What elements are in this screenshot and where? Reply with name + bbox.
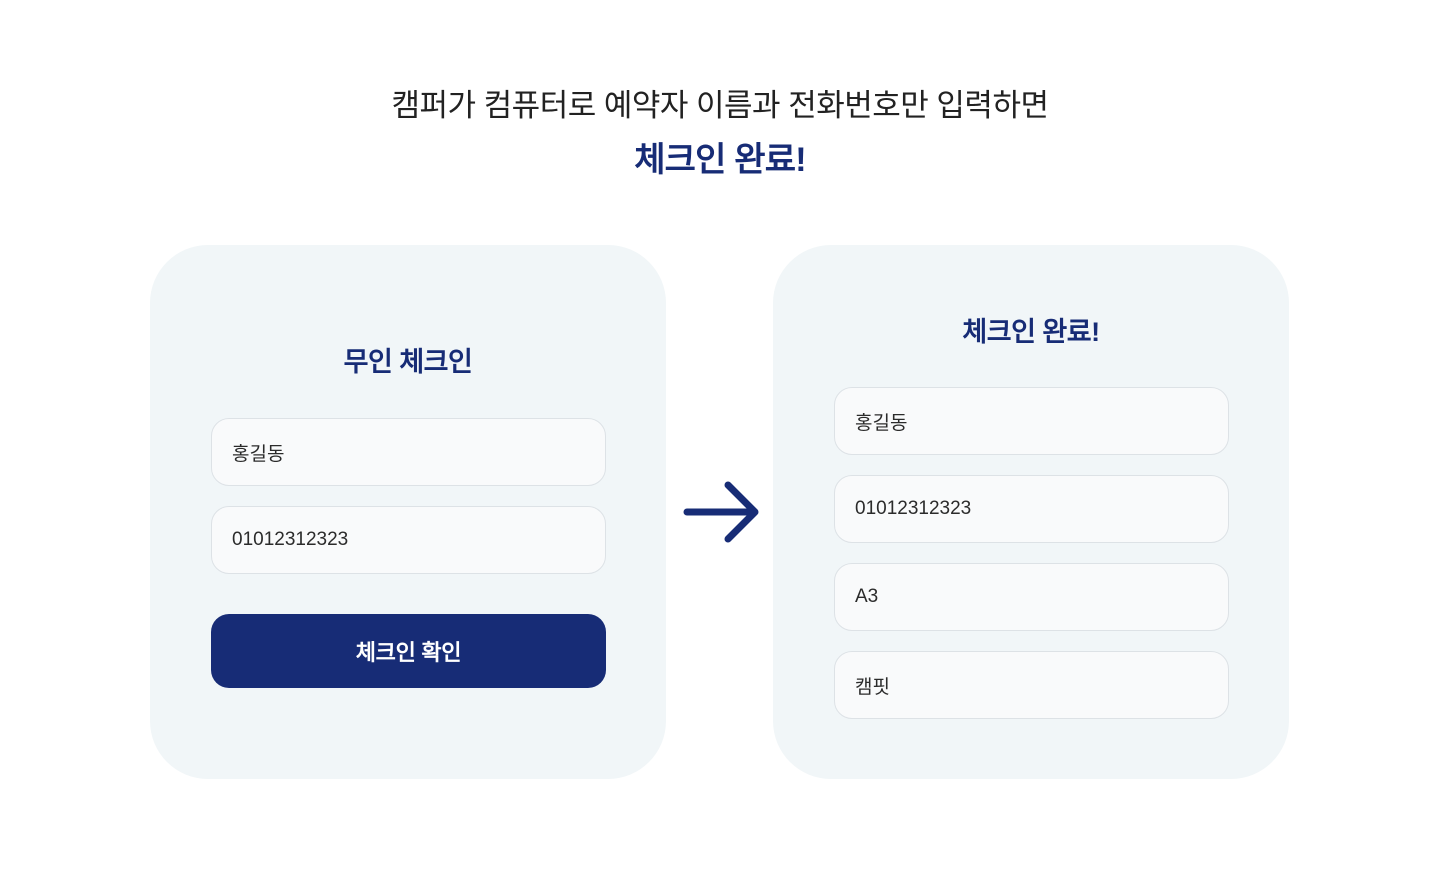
checkin-complete-title: 체크인 완료! bbox=[962, 317, 1100, 347]
result-name-field: 홍길동 bbox=[834, 387, 1229, 455]
headline-emphasis: 체크인 완료! bbox=[634, 141, 806, 179]
result-brand-value: 캠핏 bbox=[855, 676, 890, 698]
headline-description: 캠퍼가 컴퓨터로 예약자 이름과 전화번호만 입력하면 bbox=[391, 88, 1049, 123]
self-checkin-card: 무인 체크인 체크인 확인 bbox=[150, 245, 666, 779]
page: 캠퍼가 컴퓨터로 예약자 이름과 전화번호만 입력하면 체크인 완료! 무인 체… bbox=[0, 0, 1440, 884]
result-site-field: A3 bbox=[834, 563, 1229, 631]
name-field[interactable] bbox=[211, 418, 606, 486]
name-input[interactable] bbox=[232, 441, 585, 463]
checkin-confirm-button[interactable]: 체크인 확인 bbox=[211, 614, 606, 688]
result-site-value: A3 bbox=[855, 586, 879, 607]
result-name-value: 홍길동 bbox=[855, 412, 908, 434]
headline: 캠퍼가 컴퓨터로 예약자 이름과 전화번호만 입력하면 체크인 완료! bbox=[0, 86, 1440, 180]
result-brand-field: 캠핏 bbox=[834, 651, 1229, 719]
result-phone-value: 01012312323 bbox=[855, 498, 972, 519]
arrow-right-icon bbox=[683, 481, 759, 543]
checkin-complete-card: 체크인 완료! 홍길동 01012312323 A3 캠핏 bbox=[773, 245, 1289, 779]
result-phone-field: 01012312323 bbox=[834, 475, 1229, 543]
self-checkin-title: 무인 체크인 bbox=[343, 347, 473, 377]
phone-input[interactable] bbox=[232, 529, 585, 551]
phone-field[interactable] bbox=[211, 506, 606, 574]
